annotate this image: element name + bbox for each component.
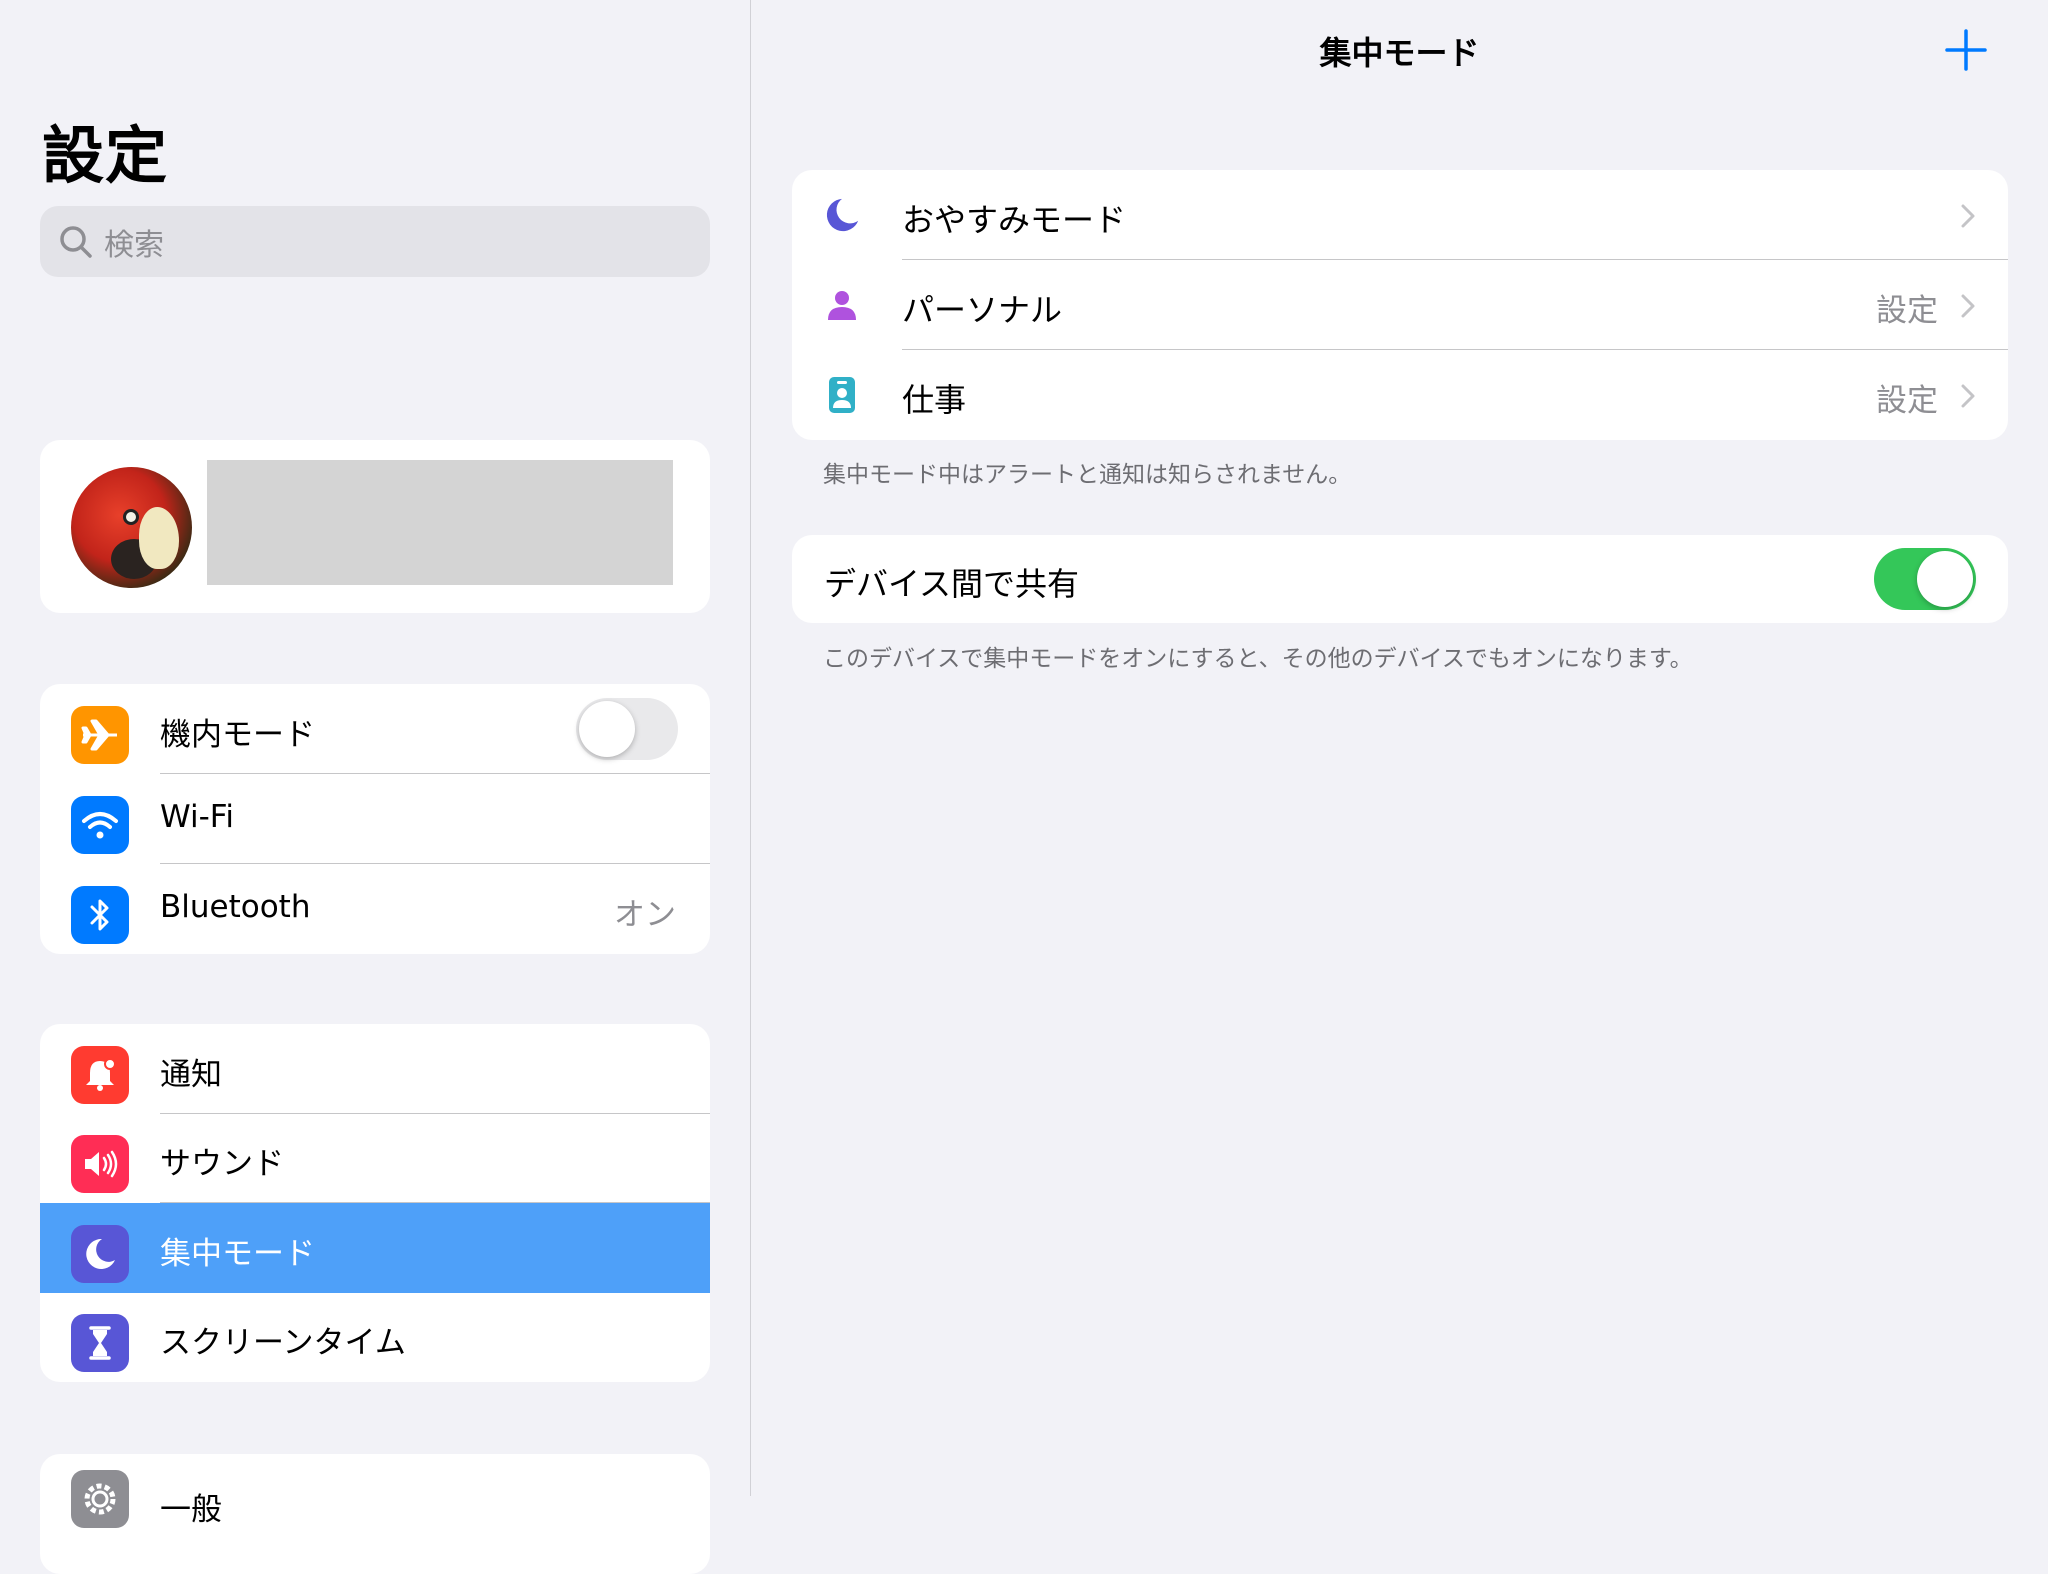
focus-mode-label: パーソナル: [902, 291, 1063, 329]
sidebar-item-label: 通知: [160, 1057, 222, 1093]
wifi-icon: [71, 796, 129, 854]
sidebar-item-screen-time[interactable]: スクリーンタイム: [40, 1292, 710, 1382]
bluetooth-icon: [71, 886, 129, 944]
search-icon: [60, 225, 92, 258]
moon-icon: [822, 195, 862, 235]
focus-mode-work[interactable]: 仕事 設定: [792, 350, 2008, 440]
share-across-devices-card: デバイス間で共有: [792, 535, 2008, 623]
plus-icon[interactable]: [1944, 28, 1988, 72]
avatar: [71, 467, 192, 588]
sidebar-item-airplane-mode[interactable]: 機内モード: [40, 684, 710, 774]
search-placeholder: 検索: [104, 227, 164, 263]
notifications-group: 通知 サウンド 集中モード スクリーンタイム: [40, 1024, 710, 1382]
page-title: 集中モード: [1319, 34, 1480, 72]
sidebar-item-general[interactable]: 一般: [40, 1454, 710, 1544]
connectivity-group: 機内モード Wi-Fi Bluetooth オン: [40, 684, 710, 954]
airplane-mode-toggle[interactable]: [576, 698, 678, 760]
airplane-icon: [71, 706, 129, 764]
chevron-right-icon: [1961, 204, 1975, 228]
general-group: 一般: [40, 1454, 710, 1574]
bluetooth-status: オン: [614, 897, 676, 933]
share-across-devices-row: デバイス間で共有: [792, 535, 2008, 623]
sidebar-item-label: Bluetooth: [160, 889, 311, 925]
focus-mode-setup-status: 設定: [1876, 383, 1938, 419]
focus-mode-label: 仕事: [902, 381, 967, 419]
share-footnote: このデバイスで集中モードをオンにすると、その他のデバイスでもオンになります。: [823, 646, 1693, 672]
sidebar-item-focus[interactable]: 集中モード: [40, 1203, 710, 1293]
speaker-icon: [71, 1135, 129, 1193]
sidebar-item-bluetooth[interactable]: Bluetooth オン: [40, 864, 710, 954]
focus-mode-personal[interactable]: パーソナル 設定: [792, 260, 2008, 350]
sidebar-item-label: 集中モード: [160, 1236, 315, 1272]
share-across-devices-toggle[interactable]: [1874, 548, 1976, 610]
chevron-right-icon: [1961, 384, 1975, 408]
share-across-devices-label: デバイス間で共有: [824, 565, 1080, 603]
sidebar-item-label: サウンド: [160, 1146, 284, 1182]
id-badge-icon: [822, 375, 862, 415]
sidebar-item-wifi[interactable]: Wi-Fi: [40, 774, 710, 864]
focus-mode-label: おやすみモード: [902, 201, 1127, 239]
notification-bell-icon: [71, 1046, 129, 1104]
focus-mode-setup-status: 設定: [1876, 293, 1938, 329]
sidebar-item-label: 機内モード: [160, 717, 315, 753]
focus-modes-footnote: 集中モード中はアラートと通知は知らされません。: [823, 462, 1352, 488]
focus-modes-list: おやすみモード パーソナル 設定 仕事 設定: [792, 170, 2008, 440]
profile-name-redacted: [207, 460, 673, 585]
gear-icon: [71, 1470, 129, 1528]
sidebar-title: 設定: [42, 119, 169, 192]
chevron-right-icon: [1961, 294, 1975, 318]
person-icon: [822, 285, 862, 325]
sidebar-item-label: Wi-Fi: [160, 799, 234, 835]
hourglass-icon: [71, 1314, 129, 1372]
split-view-divider: [750, 0, 751, 1496]
apple-id-profile-card[interactable]: [40, 440, 710, 613]
search-field[interactable]: 検索: [40, 206, 710, 277]
sidebar: 設定 検索 機内モード Wi-Fi Bluetooth オン 通知 サウンド 集…: [0, 0, 750, 1574]
focus-mode-do-not-disturb[interactable]: おやすみモード: [792, 170, 2008, 260]
sidebar-item-notifications[interactable]: 通知: [40, 1024, 710, 1114]
moon-icon: [71, 1225, 129, 1283]
sidebar-item-label: 一般: [160, 1492, 222, 1528]
sidebar-item-sounds[interactable]: サウンド: [40, 1113, 710, 1203]
sidebar-item-label: スクリーンタイム: [160, 1325, 406, 1361]
